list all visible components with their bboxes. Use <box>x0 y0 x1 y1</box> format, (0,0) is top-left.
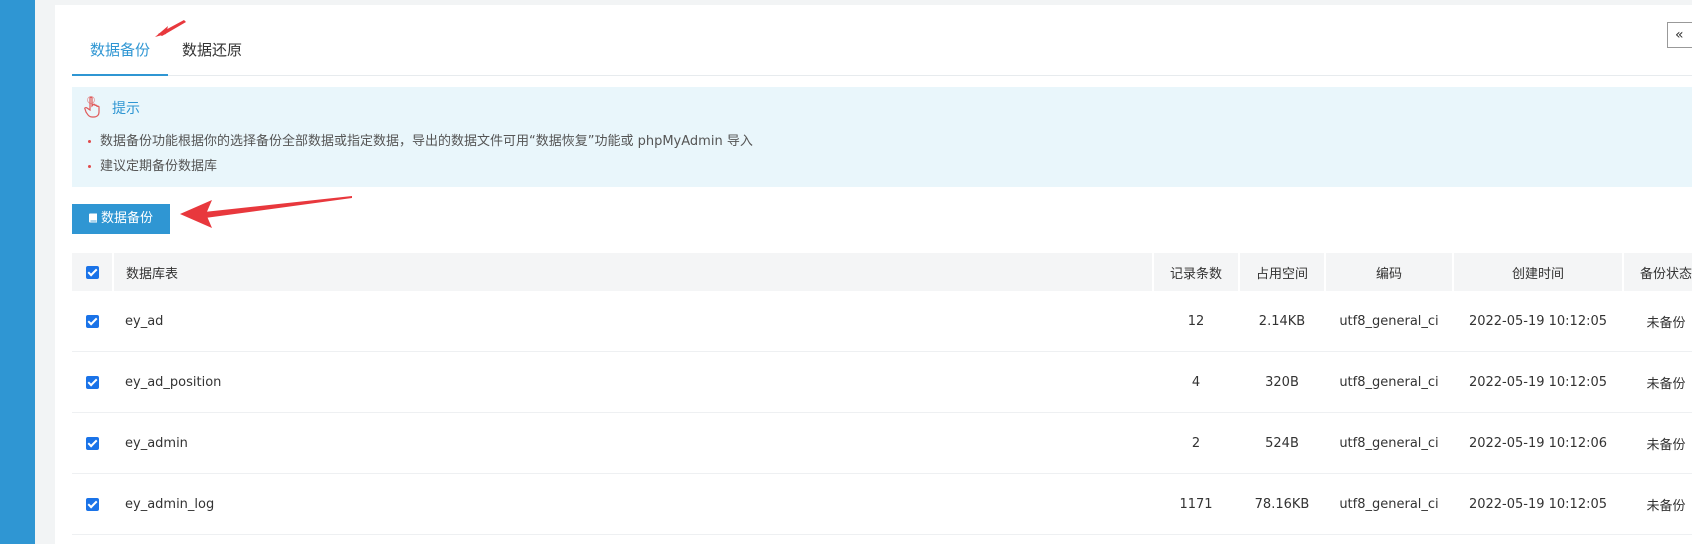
record-count-cell: 12 <box>1153 291 1239 352</box>
row-checkbox[interactable] <box>86 497 99 511</box>
tip-item-text: 建议定期备份数据库 <box>100 159 218 174</box>
row-check-cell <box>72 351 113 413</box>
tab-data-backup[interactable]: 数据备份 <box>72 25 168 76</box>
tab-bar: 数据备份 数据还原 <box>72 25 1692 76</box>
row-check-cell <box>72 412 113 474</box>
table-row: ey_ad 12 2.14KB utf8_general_ci 2022-05-… <box>72 291 1692 352</box>
database-table: 数据库表 记录条数 占用空间 编码 创建时间 备份状态 操作 ey_ad 12 … <box>72 253 1692 535</box>
table-name-cell: ey_admin <box>113 412 1153 474</box>
space-used-cell: 320B <box>1239 351 1325 413</box>
page: 数据备份 数据还原 提示 数据备份功能根据你的选择备份全部数据或指定数据，导出的… <box>0 0 1692 544</box>
created-time-cell: 2022-05-19 10:12:05 <box>1453 351 1623 413</box>
backup-button[interactable]: 数据备份 <box>72 204 170 234</box>
main-panel: 数据备份 数据还原 提示 数据备份功能根据你的选择备份全部数据或指定数据，导出的… <box>55 5 1692 544</box>
header-backup-status: 备份状态 <box>1623 253 1692 291</box>
row-check-cell <box>72 473 113 535</box>
encoding-cell: utf8_general_ci <box>1325 291 1453 352</box>
select-all-checkbox[interactable] <box>85 265 99 279</box>
tip-box: 提示 数据备份功能根据你的选择备份全部数据或指定数据，导出的数据文件可用“数据恢… <box>72 87 1692 187</box>
bullet-icon <box>88 140 91 143</box>
table-row: ey_ad_position 4 320B utf8_general_ci 20… <box>72 351 1692 413</box>
tip-item-text: 数据备份功能根据你的选择备份全部数据或指定数据，导出的数据文件可用“数据恢复”功… <box>100 134 753 149</box>
table-name-cell: ey_admin_log <box>113 473 1153 535</box>
space-used-cell: 78.16KB <box>1239 473 1325 535</box>
tip-item: 数据备份功能根据你的选择备份全部数据或指定数据，导出的数据文件可用“数据恢复”功… <box>88 133 753 158</box>
book-icon <box>88 213 97 223</box>
record-count-cell: 1171 <box>1153 473 1239 535</box>
row-checkbox[interactable] <box>86 436 99 450</box>
table-header-row: 数据库表 记录条数 占用空间 编码 创建时间 备份状态 操作 <box>72 253 1692 291</box>
row-checkbox[interactable] <box>86 375 99 389</box>
backup-status-cell: 未备份 <box>1623 291 1692 352</box>
backup-status-cell: 未备份 <box>1623 412 1692 474</box>
table-row: ey_admin 2 524B utf8_general_ci 2022-05-… <box>72 412 1692 474</box>
tip-list: 数据备份功能根据你的选择备份全部数据或指定数据，导出的数据文件可用“数据恢复”功… <box>88 133 753 183</box>
backup-status-cell: 未备份 <box>1623 351 1692 413</box>
header-encoding: 编码 <box>1325 253 1454 291</box>
collapse-toggle-button[interactable]: « <box>1667 22 1692 48</box>
table-row: ey_admin_log 1171 78.16KB utf8_general_c… <box>72 473 1692 535</box>
table-name-cell: ey_ad <box>113 291 1153 352</box>
encoding-cell: utf8_general_ci <box>1325 473 1453 535</box>
created-time-cell: 2022-05-19 10:12:06 <box>1453 412 1623 474</box>
record-count-cell: 2 <box>1153 412 1239 474</box>
sidebar-strip <box>0 0 35 544</box>
record-count-cell: 4 <box>1153 351 1239 413</box>
space-used-cell: 2.14KB <box>1239 291 1325 352</box>
created-time-cell: 2022-05-19 10:12:05 <box>1453 473 1623 535</box>
select-all-cell <box>72 253 114 291</box>
header-created-time: 创建时间 <box>1453 253 1624 291</box>
created-time-cell: 2022-05-19 10:12:05 <box>1453 291 1623 352</box>
tab-data-restore[interactable]: 数据还原 <box>182 25 242 74</box>
tip-title: 提示 <box>112 101 140 117</box>
header-space-used: 占用空间 <box>1239 253 1326 291</box>
encoding-cell: utf8_general_ci <box>1325 351 1453 413</box>
space-used-cell: 524B <box>1239 412 1325 474</box>
backup-status-cell: 未备份 <box>1623 473 1692 535</box>
row-checkbox[interactable] <box>86 314 99 328</box>
hand-pointer-icon <box>84 96 100 118</box>
backup-button-label: 数据备份 <box>100 211 153 226</box>
header-table-name: 数据库表 <box>113 253 1154 291</box>
row-check-cell <box>72 291 113 352</box>
bullet-icon <box>88 165 91 168</box>
table-name-cell: ey_ad_position <box>113 351 1153 413</box>
tip-item: 建议定期备份数据库 <box>88 158 753 183</box>
header-record-count: 记录条数 <box>1153 253 1240 291</box>
encoding-cell: utf8_general_ci <box>1325 412 1453 474</box>
